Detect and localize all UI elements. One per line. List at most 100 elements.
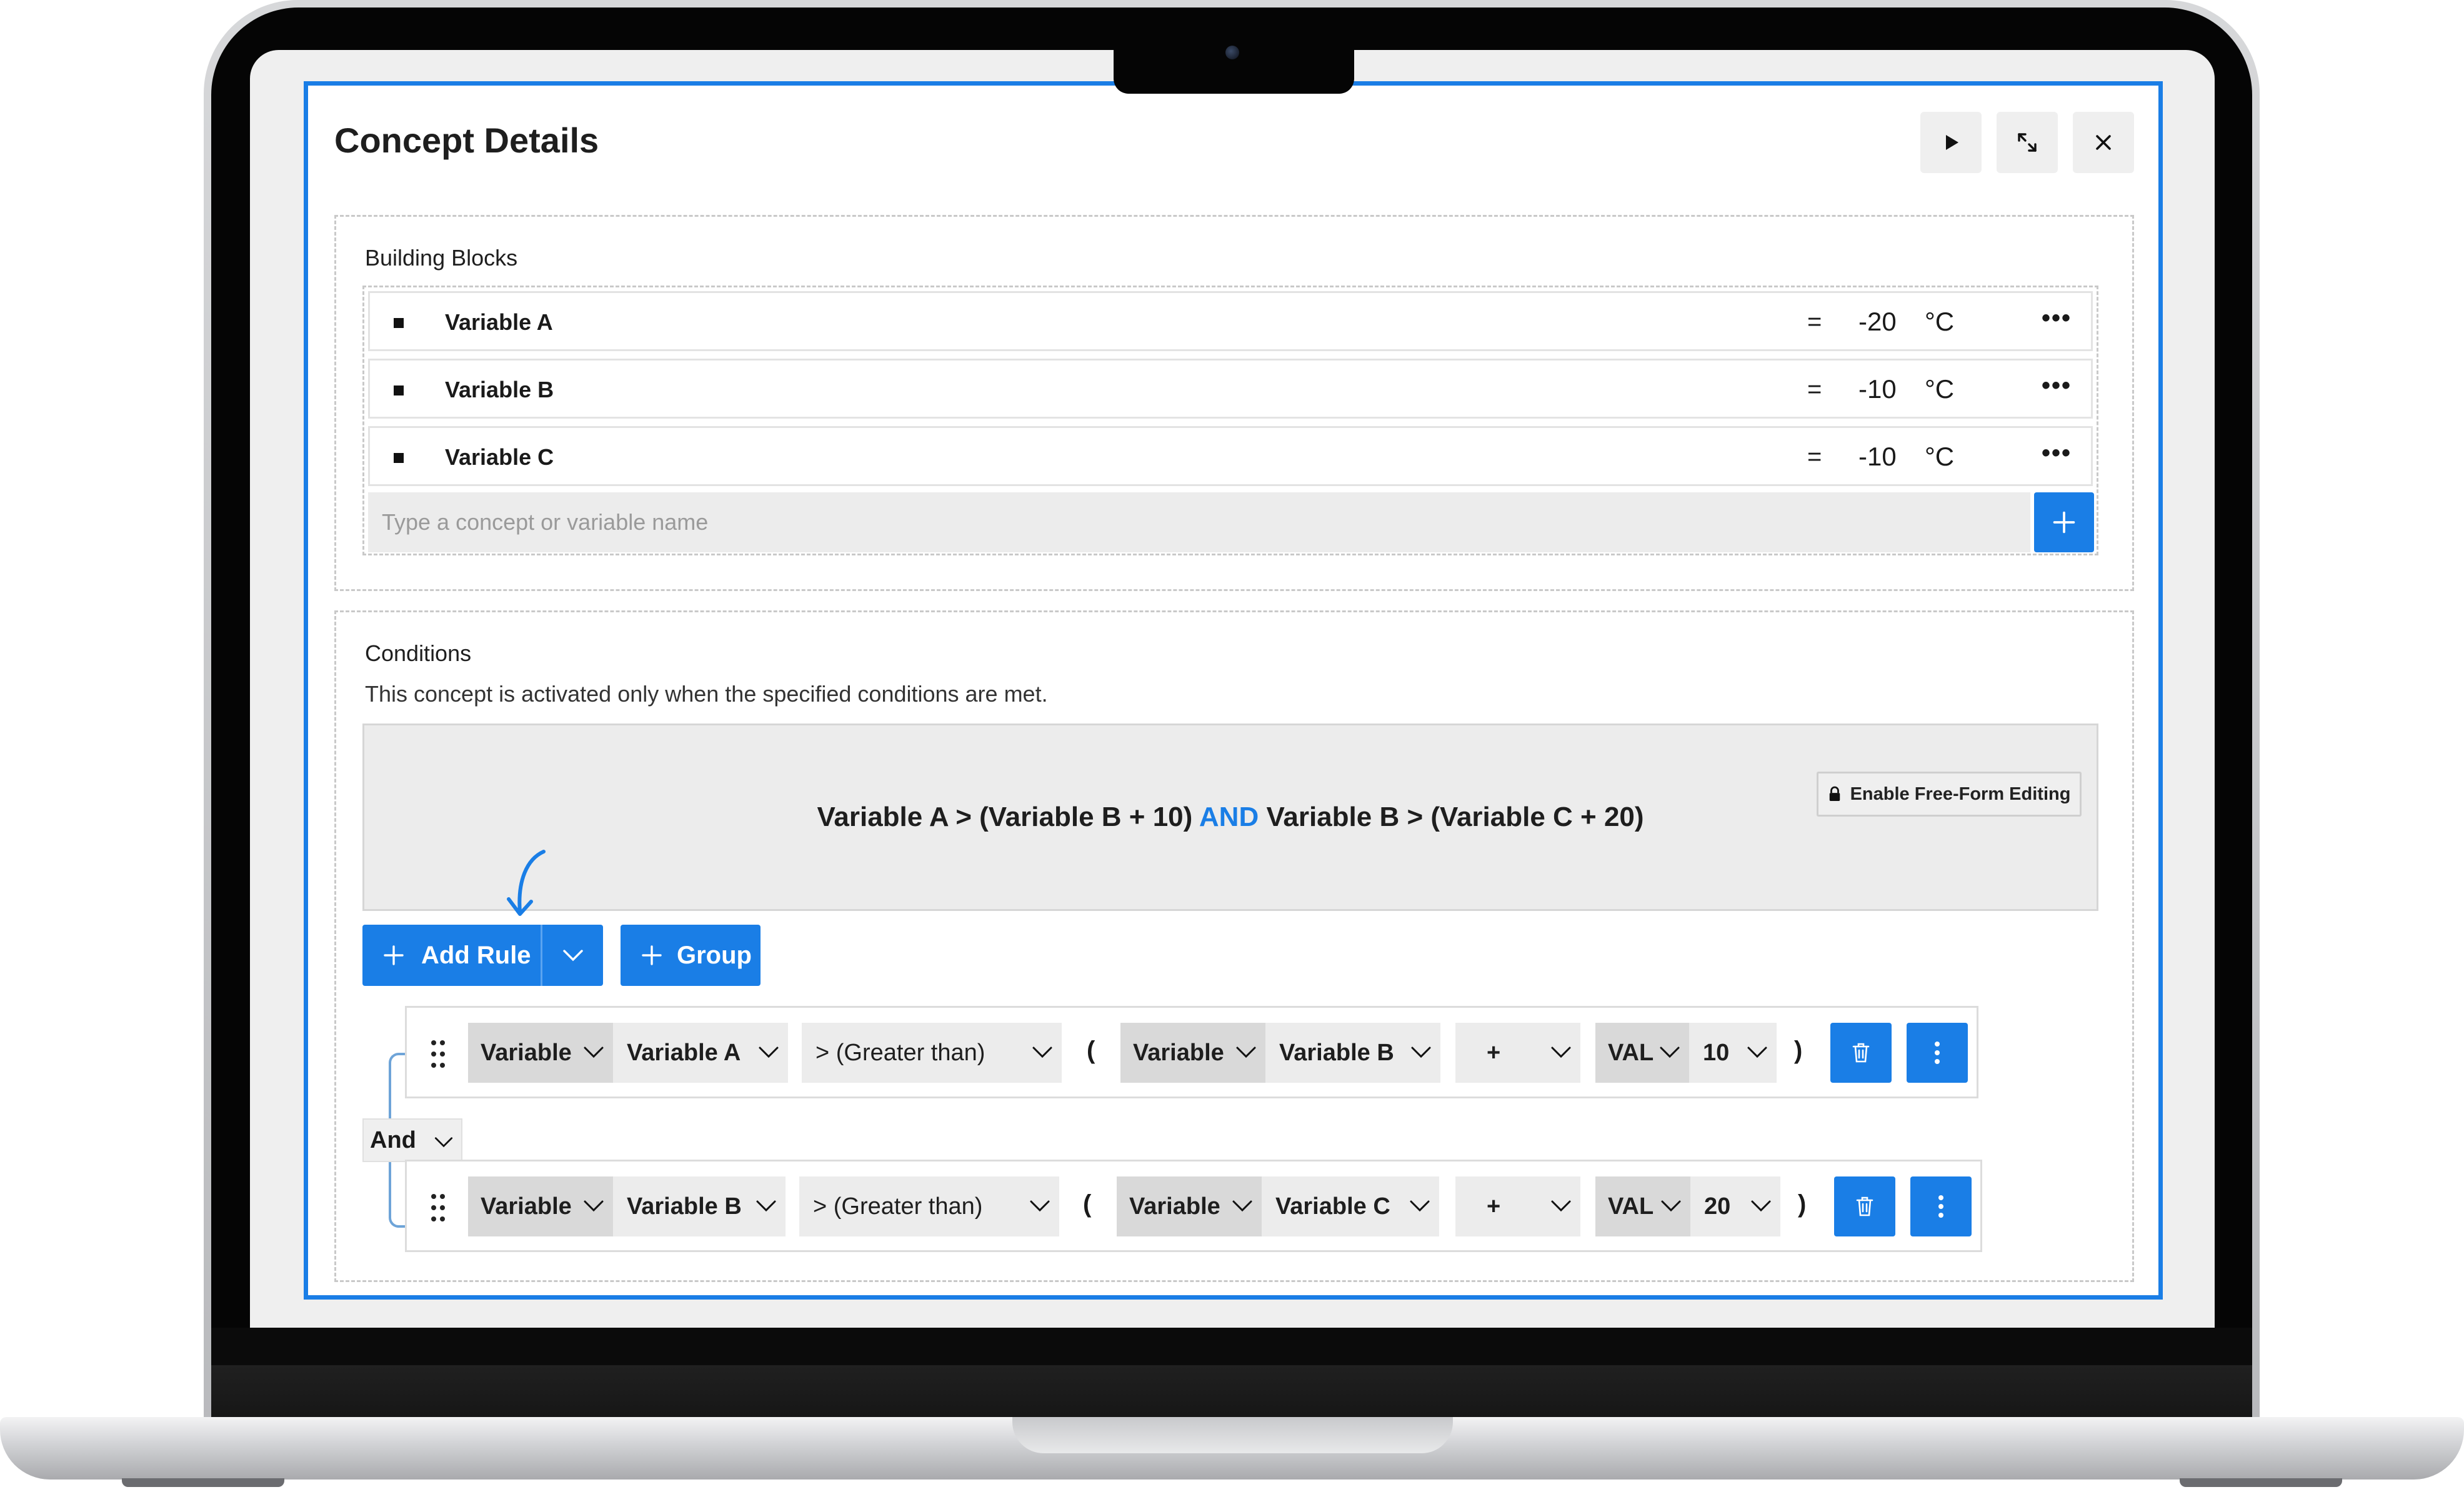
- free-form-label: Enable Free-Form Editing: [1850, 783, 2071, 804]
- variable-row[interactable]: Variable A = -20 °C •••: [368, 291, 2093, 351]
- combinator-select[interactable]: And: [362, 1118, 462, 1162]
- close-button[interactable]: [2073, 112, 2134, 173]
- left-type-select[interactable]: Variable: [468, 1176, 613, 1236]
- more-options-icon[interactable]: •••: [2042, 304, 2072, 332]
- left-type-value: Variable: [481, 1039, 572, 1066]
- lower-bezel: [211, 1328, 2252, 1431]
- close-icon: [2096, 135, 2111, 150]
- chevron-down-icon: [1410, 1200, 1430, 1212]
- expression-left: Variable A > (Variable B + 10): [817, 802, 1199, 832]
- expression-keyword: AND: [1199, 802, 1259, 832]
- condition-rule: Variable Variable A > (Greater than) ( V…: [405, 1006, 1978, 1098]
- left-field-select[interactable]: Variable B: [613, 1176, 786, 1236]
- delete-rule-button[interactable]: [1830, 1023, 1892, 1083]
- laptop-foot: [122, 1478, 284, 1487]
- conditions-description: This concept is activated only when the …: [365, 681, 1048, 707]
- left-type-select[interactable]: Variable: [468, 1023, 613, 1083]
- variable-operator: =: [1807, 443, 1822, 470]
- value-input[interactable]: 10: [1689, 1023, 1777, 1083]
- more-options-icon[interactable]: •••: [2042, 372, 2072, 400]
- conditions-title: Conditions: [365, 640, 472, 666]
- arithmetic-select[interactable]: +: [1455, 1023, 1580, 1083]
- add-rule-label: Add Rule: [421, 941, 531, 969]
- right-field-value: Variable B: [1279, 1039, 1394, 1066]
- variable-row[interactable]: Variable B = -10 °C •••: [368, 359, 2093, 419]
- chevron-down-icon: [1660, 1047, 1680, 1058]
- add-variable-button[interactable]: [2034, 492, 2094, 552]
- close-paren: ): [1794, 1037, 1803, 1064]
- lock-icon: [1829, 786, 1840, 801]
- bullet-icon: [394, 385, 404, 395]
- expand-button[interactable]: [1997, 112, 2058, 173]
- enable-free-form-button[interactable]: Enable Free-Form Editing: [1817, 772, 2082, 817]
- variable-value: -10: [1858, 374, 1897, 404]
- value-text: 10: [1703, 1039, 1730, 1066]
- delete-rule-button[interactable]: [1834, 1176, 1895, 1236]
- arithmetic-value: +: [1487, 1193, 1501, 1220]
- chevron-down-icon: [562, 950, 583, 962]
- combinator-label: And: [370, 1126, 416, 1153]
- operator-value: > (Greater than): [813, 1193, 983, 1220]
- chevron-down-icon: [1032, 1047, 1052, 1058]
- camera: [1225, 46, 1239, 59]
- concept-details-dialog: Concept Details Building Blocks Variable…: [304, 81, 2163, 1300]
- plus-icon: [384, 945, 404, 965]
- variable-operator: =: [1807, 308, 1822, 336]
- laptop-base-notch: [1012, 1417, 1453, 1453]
- run-button[interactable]: [1920, 112, 1982, 173]
- add-rule-dropdown[interactable]: [542, 925, 603, 986]
- more-options-icon[interactable]: •••: [2042, 439, 2072, 467]
- rule-options-button[interactable]: [1910, 1176, 1972, 1236]
- right-field-select[interactable]: Variable B: [1265, 1023, 1440, 1083]
- kebab-icon: [1935, 1042, 1940, 1064]
- variable-unit: °C: [1925, 307, 1955, 336]
- left-type-value: Variable: [481, 1193, 572, 1220]
- variable-value: -20: [1858, 307, 1897, 336]
- left-field-select[interactable]: Variable A: [613, 1023, 788, 1083]
- chevron-down-icon: [759, 1047, 779, 1058]
- add-group-button[interactable]: Group: [621, 925, 761, 986]
- arithmetic-value: +: [1487, 1039, 1501, 1066]
- add-rule-button-group: Add Rule: [362, 925, 603, 986]
- plus-icon: [642, 945, 662, 965]
- kebab-icon: [1938, 1195, 1943, 1218]
- chevron-down-icon: [584, 1200, 604, 1212]
- chevron-down-icon: [1661, 1200, 1681, 1212]
- arithmetic-select[interactable]: +: [1455, 1176, 1580, 1236]
- chevron-down-icon: [1411, 1047, 1431, 1058]
- add-rule-button[interactable]: Add Rule: [362, 925, 541, 986]
- variable-row[interactable]: Variable C = -10 °C •••: [368, 426, 2093, 486]
- trash-icon: [1856, 1196, 1873, 1216]
- concept-search-input[interactable]: [368, 492, 2030, 552]
- operator-select[interactable]: > (Greater than): [802, 1023, 1062, 1083]
- rule-options-button[interactable]: [1907, 1023, 1968, 1083]
- operator-select[interactable]: > (Greater than): [799, 1176, 1059, 1236]
- right-type-select[interactable]: Variable: [1117, 1176, 1262, 1236]
- left-field-value: Variable B: [627, 1193, 742, 1220]
- variable-name: Variable C: [445, 444, 554, 470]
- open-paren: (: [1083, 1190, 1092, 1218]
- chevron-down-icon: [1551, 1200, 1571, 1212]
- condition-rule: Variable Variable B > (Greater than) ( V…: [405, 1160, 1982, 1252]
- drag-handle-icon[interactable]: [429, 1193, 447, 1223]
- right-type-select[interactable]: Variable: [1120, 1023, 1265, 1083]
- play-icon: [1946, 135, 1958, 150]
- variable-unit: °C: [1925, 442, 1955, 471]
- variable-name: Variable B: [445, 377, 554, 402]
- right-type-value: Variable: [1133, 1039, 1224, 1066]
- expression-right: Variable B > (Variable C + 20): [1259, 802, 1644, 832]
- value-type-select[interactable]: VAL: [1595, 1023, 1689, 1083]
- laptop-foot: [2180, 1478, 2342, 1487]
- value-input[interactable]: 20: [1690, 1176, 1780, 1236]
- variables-list: Variable A = -20 °C ••• Variable B = -10…: [362, 286, 2098, 555]
- operator-value: > (Greater than): [816, 1039, 985, 1066]
- value-type-select[interactable]: VAL: [1595, 1176, 1690, 1236]
- plus-icon: [2053, 511, 2075, 534]
- right-type-value: Variable: [1129, 1193, 1220, 1220]
- drag-handle-icon[interactable]: [429, 1039, 447, 1069]
- variable-unit: °C: [1925, 374, 1955, 404]
- chevron-down-icon: [756, 1200, 776, 1212]
- expand-icon: [2018, 133, 2037, 152]
- right-field-select[interactable]: Variable C: [1262, 1176, 1439, 1236]
- chevron-down-icon: [584, 1047, 604, 1058]
